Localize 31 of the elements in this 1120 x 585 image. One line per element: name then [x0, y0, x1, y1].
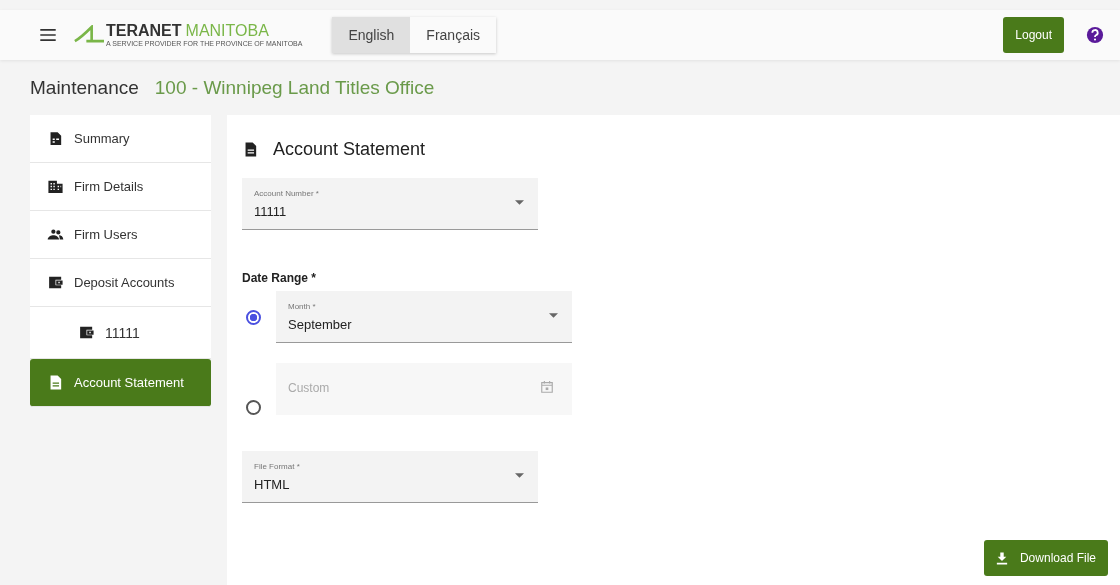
- logout-button[interactable]: Logout: [1003, 17, 1064, 53]
- office-name: 100 - Winnipeg Land Titles Office: [154, 76, 435, 99]
- logo-region: MANITOBA: [185, 22, 269, 40]
- sidebar-item[interactable]: Firm Users: [30, 211, 211, 259]
- radio-button[interactable]: [246, 400, 261, 415]
- month-select[interactable]: Month * September: [276, 291, 572, 343]
- logo-icon: [74, 25, 104, 45]
- language-tab[interactable]: Français: [410, 17, 497, 53]
- wallet-icon: [47, 274, 64, 291]
- download-button[interactable]: Download File: [983, 540, 1108, 576]
- page-title: Maintenance: [30, 76, 139, 99]
- sidebar-item[interactable]: Account Statement: [30, 359, 211, 407]
- help-icon[interactable]: [1086, 26, 1104, 44]
- logo-brand: TERANET: [106, 22, 182, 40]
- menu-icon[interactable]: [40, 29, 56, 41]
- sidebar-item[interactable]: Firm Details: [30, 163, 211, 211]
- sidebar-item[interactable]: 11111: [30, 307, 211, 359]
- dropdown-caret-icon: [549, 313, 558, 318]
- account-number-select[interactable]: Account Number * 11111: [242, 178, 538, 230]
- radio-button[interactable]: [246, 309, 261, 325]
- dropdown-caret-icon: [515, 473, 524, 478]
- form-title: Account Statement: [273, 139, 426, 160]
- dropdown-caret-icon: [515, 200, 524, 205]
- date-range-label: Date Range *: [242, 271, 318, 285]
- language-tab[interactable]: English: [332, 17, 411, 53]
- sidebar-item[interactable]: Summary: [30, 115, 211, 163]
- file-format-select[interactable]: File Format * HTML: [242, 451, 538, 503]
- sidebar-item[interactable]: Deposit Accounts: [30, 259, 211, 307]
- building-icon: [47, 178, 64, 195]
- wallet-icon: [78, 324, 95, 341]
- download-icon: [995, 551, 1008, 565]
